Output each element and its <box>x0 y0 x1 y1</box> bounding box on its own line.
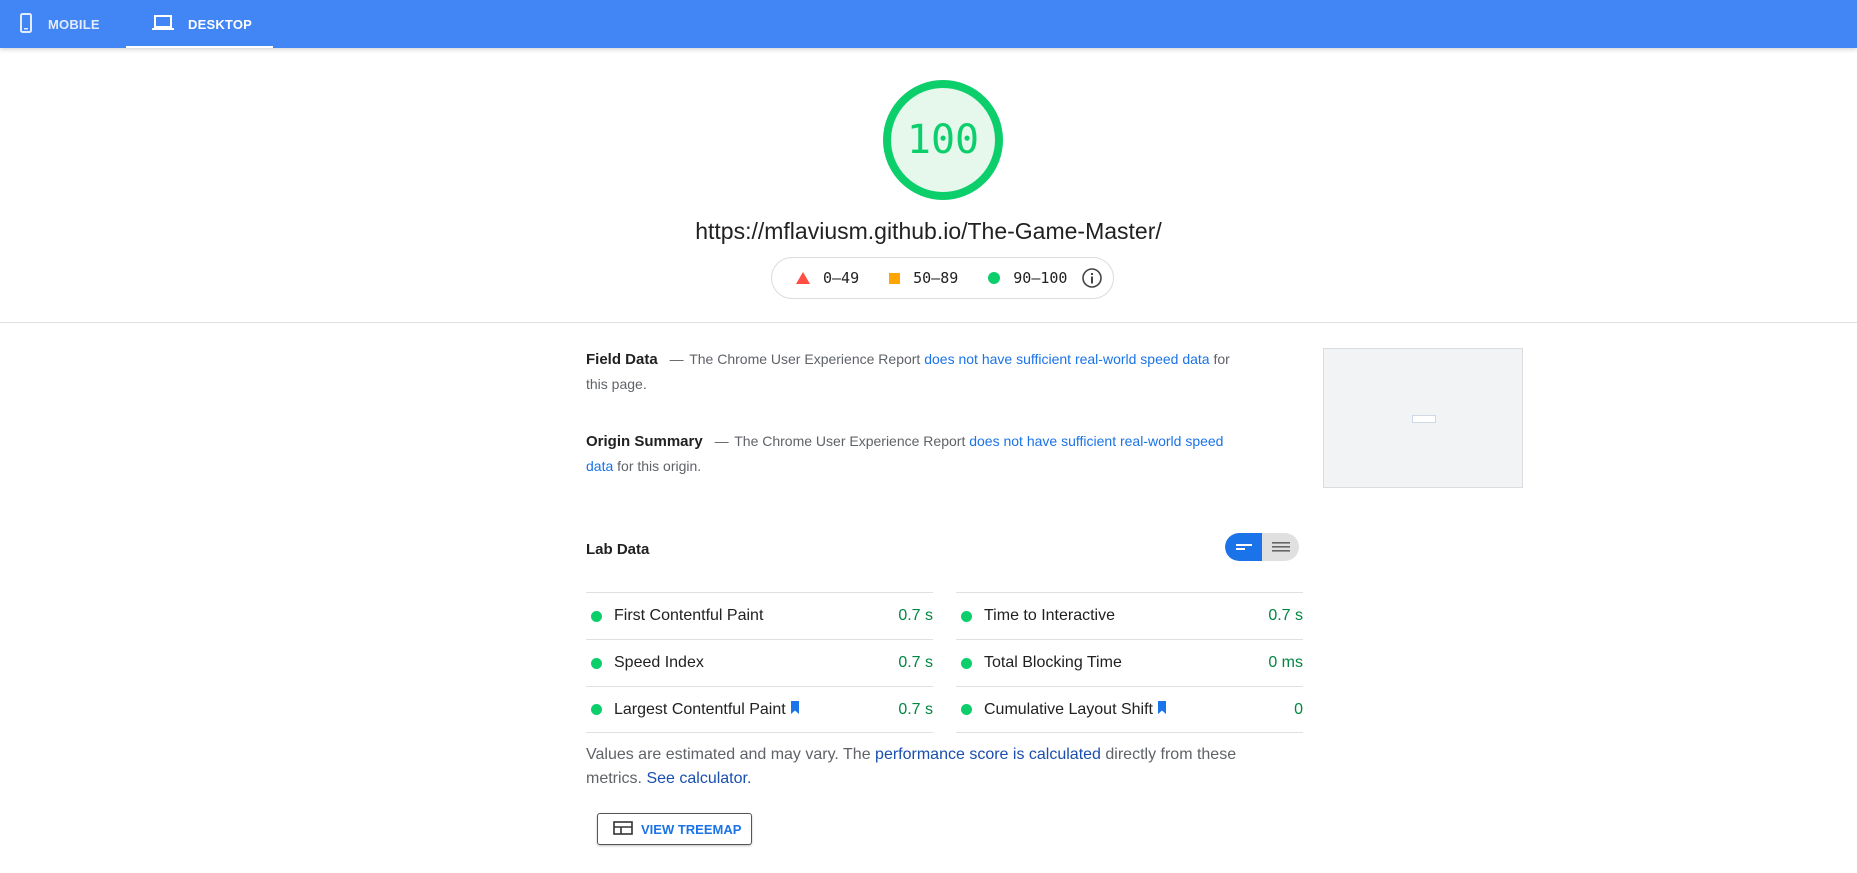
field-data-dash: — <box>669 351 684 367</box>
metrics-note: Values are estimated and may vary. The p… <box>586 743 1246 791</box>
field-data-title: Field Data <box>586 351 658 368</box>
metrics-column-left: First Contentful Paint 0.7 s Speed Index… <box>586 592 933 733</box>
metric-total-blocking-time: Total Blocking Time 0 ms <box>956 639 1303 686</box>
section-divider <box>0 322 1857 323</box>
tab-desktop-label: DESKTOP <box>188 16 253 32</box>
pass-dot-icon <box>591 657 602 669</box>
treemap-icon <box>613 820 633 838</box>
circle-icon <box>988 272 1001 284</box>
lab-data-title: Lab Data <box>586 541 650 558</box>
metric-label: Cumulative Layout Shift <box>984 700 1153 718</box>
metric-speed-index: Speed Index 0.7 s <box>586 639 933 686</box>
metric-time-to-interactive: Time to Interactive 0.7 s <box>956 592 1303 639</box>
score-legend: 0–49 50–89 90–100 <box>771 257 1114 299</box>
origin-summary-title: Origin Summary <box>586 433 703 450</box>
metric-label: Speed Index <box>614 654 704 671</box>
metrics-view-toggle[interactable] <box>1225 533 1299 561</box>
legend-average: 50–89 <box>889 269 958 287</box>
expanded-view-button[interactable] <box>1262 533 1299 561</box>
see-calculator-link[interactable]: See calculator. <box>646 770 751 787</box>
view-treemap-button[interactable]: VIEW TREEMAP <box>597 813 752 845</box>
metric-cumulative-layout-shift: Cumulative Layout Shift 0 <box>956 686 1303 733</box>
metric-label: Total Blocking Time <box>984 654 1122 671</box>
compact-view-icon <box>1236 544 1252 550</box>
field-data-section: Field Data — The Chrome User Experience … <box>586 347 1236 397</box>
laptop-icon <box>152 14 174 34</box>
metric-label: Largest Contentful Paint <box>614 700 786 718</box>
metric-label: Time to Interactive <box>984 607 1116 624</box>
bookmark-icon[interactable] <box>1157 700 1167 719</box>
triangle-icon <box>796 272 810 284</box>
origin-summary-text-after: for this origin. <box>617 458 702 474</box>
pass-dot-icon <box>961 657 972 669</box>
tab-desktop[interactable]: DESKTOP <box>126 0 273 48</box>
active-tab-indicator <box>126 46 273 48</box>
legend-fail-label: 0–49 <box>823 269 860 287</box>
metric-first-contentful-paint: First Contentful Paint 0.7 s <box>586 592 933 639</box>
origin-summary-section: Origin Summary — The Chrome User Experie… <box>586 429 1236 479</box>
metric-value: 0.7 s <box>898 700 933 718</box>
performance-score-link[interactable]: performance score is calculated <box>875 746 1101 763</box>
origin-summary-text: The Chrome User Experience Report <box>734 433 966 449</box>
legend-fail: 0–49 <box>796 269 859 287</box>
legend-average-label: 50–89 <box>913 269 959 287</box>
legend-pass: 90–100 <box>988 269 1067 287</box>
metric-value: 0.7 s <box>1268 607 1303 624</box>
pass-dot-icon <box>591 704 602 715</box>
tab-mobile-label: MOBILE <box>48 16 100 32</box>
page-url: https://mflaviusm.github.io/The-Game-Mas… <box>695 218 1162 244</box>
pass-dot-icon <box>591 610 602 622</box>
metric-largest-contentful-paint: Largest Contentful Paint 0.7 s <box>586 686 933 733</box>
metric-label: First Contentful Paint <box>614 607 764 624</box>
metric-value: 0 ms <box>1268 654 1303 671</box>
origin-summary-dash: — <box>714 433 729 449</box>
expanded-view-icon <box>1272 542 1290 552</box>
field-data-link[interactable]: does not have sufficient real-world spee… <box>924 351 1209 367</box>
metric-value: 0 <box>1294 700 1303 718</box>
metric-value: 0.7 s <box>898 607 933 624</box>
top-bar: MOBILE DESKTOP <box>0 0 1857 48</box>
note-text-1: Values are estimated and may vary. The <box>586 746 871 763</box>
legend-pass-label: 90–100 <box>1013 269 1068 287</box>
performance-score-gauge: 100 <box>883 80 1003 200</box>
pass-dot-icon <box>961 610 972 622</box>
square-icon <box>889 272 901 284</box>
view-treemap-label: VIEW TREEMAP <box>641 821 742 837</box>
info-icon[interactable] <box>1081 267 1103 293</box>
page-screenshot-thumbnail <box>1323 348 1523 488</box>
metric-value: 0.7 s <box>898 654 933 671</box>
thumbnail-content <box>1412 415 1436 423</box>
phone-icon <box>20 12 32 36</box>
pass-dot-icon <box>961 704 972 715</box>
bookmark-icon[interactable] <box>790 700 800 719</box>
performance-score: 100 <box>906 117 980 163</box>
field-data-text: The Chrome User Experience Report <box>689 351 921 367</box>
compact-view-button[interactable] <box>1225 533 1262 561</box>
metrics-column-right: Time to Interactive 0.7 s Total Blocking… <box>956 592 1303 733</box>
tab-mobile[interactable]: MOBILE <box>20 0 100 48</box>
